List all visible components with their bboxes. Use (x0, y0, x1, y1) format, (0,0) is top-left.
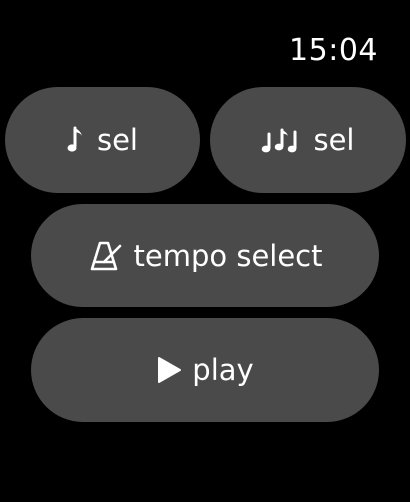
tempo-select-button[interactable]: tempo select (31, 204, 379, 307)
notes-select-label: sel (313, 123, 355, 157)
note-select-button[interactable]: sel (5, 87, 200, 193)
single-note-icon (67, 125, 87, 155)
play-label: play (192, 353, 254, 387)
play-button[interactable]: play (31, 318, 379, 422)
double-notes-icon (261, 126, 303, 154)
play-icon (156, 356, 182, 384)
status-time: 15:04 (289, 33, 378, 68)
tempo-select-label: tempo select (133, 238, 323, 273)
note-select-label: sel (96, 123, 138, 157)
notes-select-button[interactable]: sel (210, 87, 406, 193)
metronome-icon (88, 240, 124, 272)
